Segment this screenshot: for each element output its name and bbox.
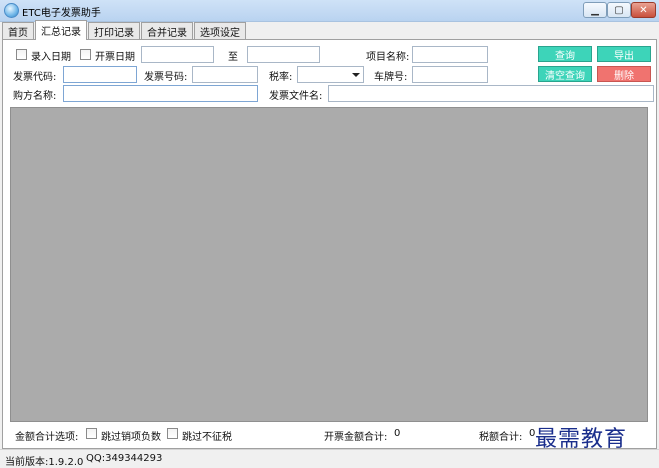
minimize-icon: ▁ [591,4,599,16]
tab-merge-records[interactable]: 合并记录 [141,22,193,40]
invoice-code-label: 发票代码: [13,72,57,83]
skip-negative-checkbox[interactable] [86,428,97,439]
close-button[interactable]: ✕ [631,2,656,18]
maximize-icon: ▢ [614,4,624,16]
plate-input[interactable] [412,66,488,83]
invoice-code-input[interactable] [63,66,137,83]
chevron-down-icon [352,73,360,77]
item-name-label: 项目名称: [366,52,410,63]
minimize-button[interactable]: ▁ [583,2,607,18]
tax-rate-select[interactable] [297,66,364,83]
close-icon: ✕ [639,4,648,16]
delete-button[interactable]: 删除 [597,66,651,82]
totals-options-label: 金额合计选项: [15,432,79,443]
item-name-input[interactable] [412,46,488,63]
invoice-date-label: 开票日期 [95,52,135,63]
window-title: ETC电子发票助手 [22,8,101,19]
skip-nontax-label: 跳过不征税 [182,432,232,443]
invoice-total-label: 开票金额合计: [324,432,388,443]
export-button[interactable]: 导出 [597,46,651,62]
plate-label: 车牌号: [374,72,408,83]
entry-date-label: 录入日期 [31,52,71,63]
tab-bar: 首页 汇总记录 打印记录 合并记录 选项设定 [2,20,247,40]
entry-date-checkbox[interactable] [16,49,27,60]
title-bar: ETC电子发票助手 ▁ ▢ ✕ [0,0,659,22]
tab-summary[interactable]: 汇总记录 [35,20,87,40]
qq-text: QQ:349344293 [86,453,163,464]
invoice-file-label: 发票文件名: [269,91,323,102]
query-button[interactable]: 查询 [538,46,592,62]
invoice-date-checkbox[interactable] [80,49,91,60]
version-text: 当前版本:1.9.2.0 [5,457,84,468]
buyer-name-input[interactable] [63,85,258,102]
buyer-name-label: 购方名称: [13,91,57,102]
tab-home[interactable]: 首页 [2,22,34,40]
app-icon [4,3,19,18]
tab-print-records[interactable]: 打印记录 [88,22,140,40]
skip-nontax-checkbox[interactable] [167,428,178,439]
tax-total-label: 税额合计: [479,432,523,443]
invoice-total-value: 0 [394,428,401,439]
invoice-number-input[interactable] [192,66,258,83]
skip-negative-label: 跳过销项负数 [101,432,161,443]
invoice-file-input[interactable] [328,85,654,102]
records-grid[interactable] [10,107,648,422]
invoice-number-label: 发票号码: [144,72,188,83]
clear-query-button[interactable]: 清空查询 [538,66,592,82]
date-to-input[interactable] [247,46,320,63]
tax-rate-label: 税率: [269,72,293,83]
date-to-label: 至 [228,52,238,63]
status-bar: 当前版本:1.9.2.0 QQ:349344293 [0,449,659,468]
date-from-input[interactable] [141,46,214,63]
summary-panel: 录入日期 开票日期 至 项目名称: 查询 导出 发票代码: 发票号码: 税率: … [2,39,657,449]
tab-settings[interactable]: 选项设定 [194,22,246,40]
maximize-button[interactable]: ▢ [607,2,631,18]
